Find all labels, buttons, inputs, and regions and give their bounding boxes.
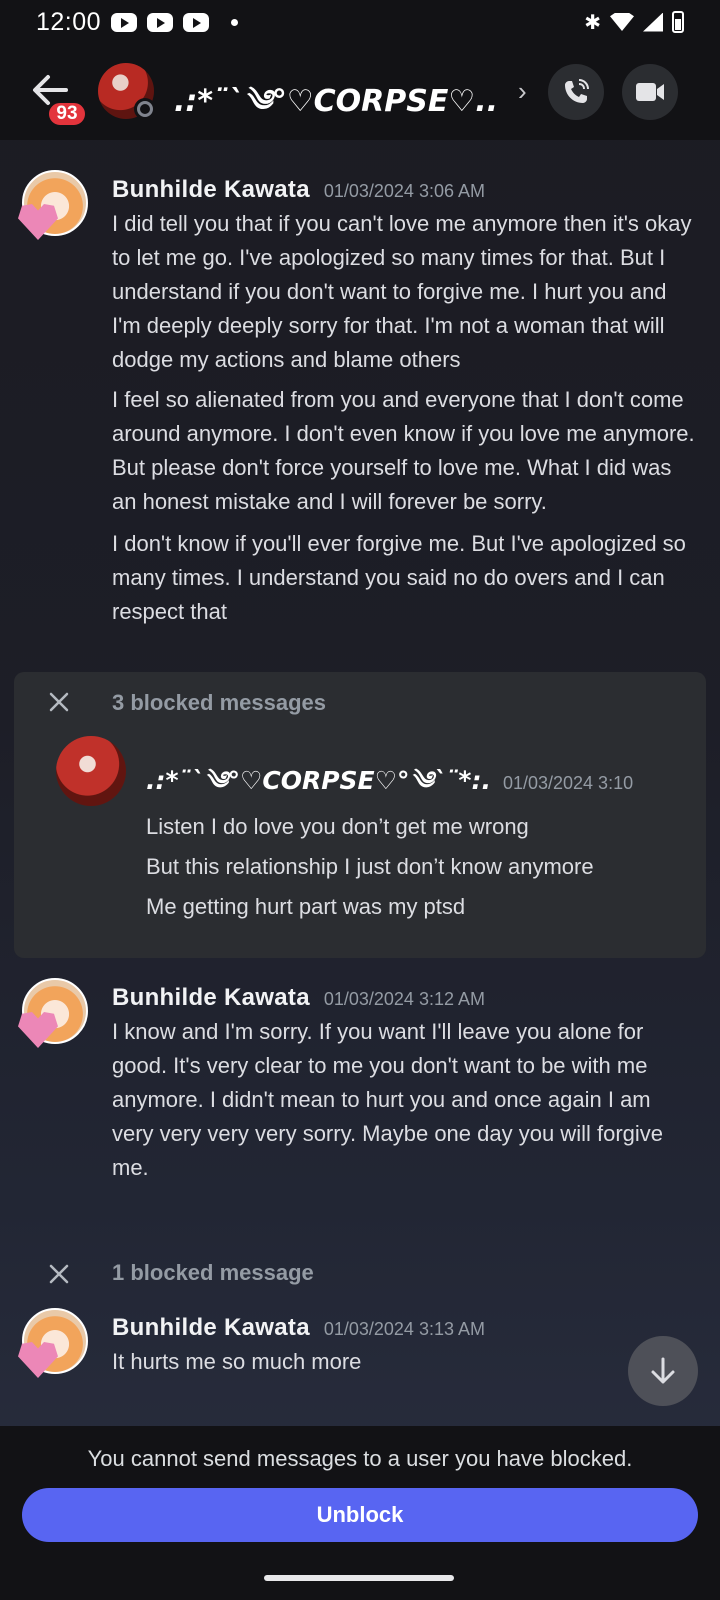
blocked-messages-label[interactable]: 3 blocked messages [112,690,326,716]
message-author[interactable]: Bunhilde Kawata 01/03/2024 3:12 AM [112,984,485,1012]
jump-to-bottom-button[interactable] [628,1336,698,1406]
unread-badge: 93 [46,100,88,128]
message-author[interactable]: Bunhilde Kawata 01/03/2024 3:13 AM [112,1314,485,1342]
unblock-button[interactable]: Unblock [22,1488,698,1542]
collapse-blocked-button[interactable] [47,1262,71,1286]
author-name: Bunhilde Kawata [112,176,310,203]
author-name: Bunhilde Kawata [112,984,310,1011]
message-text[interactable]: I know and I'm sorry. If you want I'll l… [112,1015,697,1185]
video-call-button[interactable] [622,64,678,120]
youtube-notification-icon [111,12,138,32]
message-list[interactable]: Bunhilde Kawata 01/03/2024 3:06 AM I did … [0,140,720,1426]
offline-status-icon [134,98,156,120]
message-text[interactable]: It hurts me so much more [112,1345,697,1379]
composer-blocked-footer: You cannot send messages to a user you h… [0,1426,720,1600]
home-indicator[interactable] [264,1575,454,1581]
avatar[interactable] [56,736,126,806]
avatar[interactable] [18,1308,94,1384]
message-text[interactable]: But this relationship I just don’t know … [146,854,594,880]
message-text[interactable]: I did tell you that if you can't love me… [112,207,697,377]
voice-call-button[interactable] [548,64,604,120]
author-name: Bunhilde Kawata [112,1314,310,1341]
message-timestamp: 01/03/2024 3:13 AM [323,1319,485,1339]
blocked-messages-panel: 3 blocked messages .:*¨`༄°♡CORPSE♡°༄`¨*:… [14,672,706,958]
message-timestamp: 01/03/2024 3:12 AM [323,989,485,1009]
message-timestamp: 01/03/2024 3:06 AM [323,181,485,201]
message-author[interactable]: Bunhilde Kawata 01/03/2024 3:06 AM [112,176,485,204]
message-text[interactable]: I don't know if you'll ever forgive me. … [112,527,697,629]
blocked-notice: You cannot send messages to a user you h… [87,1446,633,1471]
status-time: 12:00 [36,7,102,36]
message-author[interactable]: .:*¨`༄°♡CORPSE♡°༄`¨*:. 01/03/2024 3:10 [146,752,633,823]
collapse-blocked-button[interactable] [47,690,71,714]
status-bar: 12:00 ✱ [0,0,720,44]
battery-icon [672,11,684,33]
avatar[interactable] [18,978,94,1054]
youtube-notification-icon [147,12,174,32]
message-text[interactable]: Listen I do love you don’t get me wrong [146,814,529,840]
avatar[interactable] [18,170,94,246]
message-timestamp: 01/03/2024 3:10 [502,773,634,793]
bluetooth-icon: ✱ [584,10,601,34]
message-text[interactable]: Me getting hurt part was my ptsd [146,894,465,920]
message-text[interactable]: I feel so alienated from you and everyon… [112,383,697,519]
chat-header: 93 .:*¨`༄°♡CORPSE♡... › [0,44,720,140]
author-name: .:*¨`༄°♡CORPSE♡°༄`¨*:. [146,766,491,795]
arrow-down-icon [651,1357,675,1384]
close-icon [49,1264,69,1284]
more-notifications-dot [231,18,239,26]
blocked-message-label[interactable]: 1 blocked message [112,1260,314,1286]
system-icons: ✱ [584,10,684,34]
chevron-right-icon[interactable]: › [518,76,527,107]
close-icon [49,692,69,712]
video-camera-icon [636,83,664,101]
youtube-notification-icon [183,12,210,32]
wifi-icon [610,13,634,31]
cell-signal-icon [643,12,663,32]
phone-icon [565,79,589,103]
